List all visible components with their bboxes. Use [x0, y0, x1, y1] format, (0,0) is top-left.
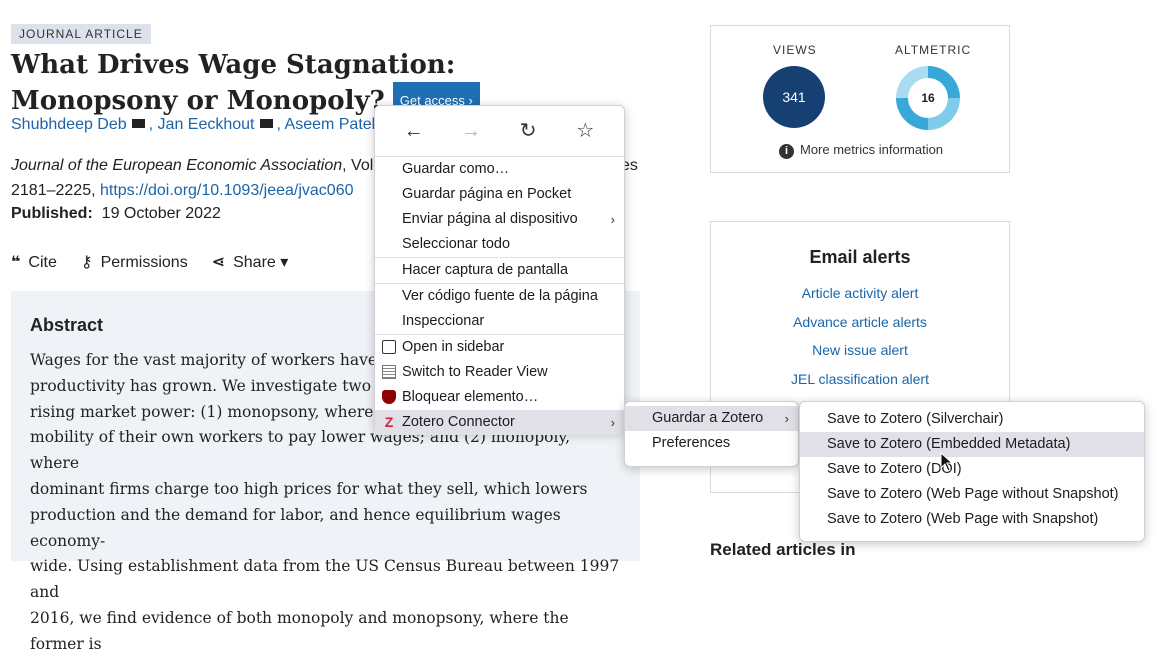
quote-icon: ❝ [11, 254, 21, 271]
menu-guardar-a-zotero[interactable]: Guardar a Zotero › [625, 406, 798, 431]
menu-view-source[interactable]: Ver código fuente de la página [375, 284, 624, 309]
zotero-submenu: Guardar a Zotero › Preferences [624, 401, 799, 467]
chevron-right-icon: › [610, 212, 615, 227]
menu-open-in-sidebar[interactable]: Open in sidebar [375, 335, 624, 360]
article-type-badge: JOURNAL ARTICLE [11, 24, 151, 44]
menu-screenshot[interactable]: Hacer captura de pantalla [375, 258, 624, 283]
alert-link[interactable]: Advance article alerts [711, 314, 1009, 330]
author-link[interactable]: Jan Eeckhout [158, 116, 255, 133]
related-articles-heading: Related articles in [710, 540, 856, 559]
sidebar-icon [382, 340, 396, 354]
ublock-shield-icon [382, 390, 396, 404]
author-list: Shubhdeep Deb, Jan Eeckhout, Aseem Patel [11, 116, 376, 133]
menu-save-web-page-snapshot[interactable]: Save to Zotero (Web Page with Snapshot) [800, 507, 1144, 532]
key-icon: ⚷ [80, 254, 93, 271]
save-to-zotero-submenu: Save to Zotero (Silverchair) Save to Zot… [799, 401, 1145, 542]
menu-save-silverchair[interactable]: Save to Zotero (Silverchair) [800, 407, 1144, 432]
altmetric-score: 16 [908, 78, 948, 118]
context-menu: ← → ↻ ☆ Guardar como… Guardar página en … [374, 105, 625, 435]
doi-link[interactable]: https://doi.org/10.1093/jeea/jvac060 [100, 182, 354, 199]
chevron-right-icon: › [610, 415, 615, 430]
bookmark-star-icon[interactable]: ☆ [573, 119, 597, 143]
views-label: VIEWS [773, 43, 817, 57]
permissions-button[interactable]: ⚷ Permissions [81, 252, 188, 272]
alert-link[interactable]: JEL classification alert [711, 371, 1009, 387]
reload-icon[interactable]: ↻ [516, 119, 540, 143]
mouse-cursor-icon [940, 452, 954, 472]
context-nav-row: ← → ↻ ☆ [375, 106, 624, 156]
menu-zotero-connector[interactable]: Z Zotero Connector › [375, 410, 624, 435]
info-icon: i [779, 144, 794, 159]
metrics-panel: VIEWS 341 ALTMETRIC 16 i More metrics inf… [710, 25, 1010, 173]
chevron-right-icon: › [784, 411, 789, 426]
author-link[interactable]: Aseem Patel [285, 116, 376, 133]
menu-save-web-page-no-snapshot[interactable]: Save to Zotero (Web Page without Snapsho… [800, 482, 1144, 507]
back-arrow-icon[interactable]: ← [402, 119, 426, 143]
article-tools: ❝ Cite ⚷ Permissions ⋖ Share ▾ [11, 252, 288, 272]
email-alerts-heading: Email alerts [809, 247, 911, 267]
forward-arrow-icon[interactable]: → [459, 119, 483, 143]
zotero-icon: Z [384, 414, 394, 430]
menu-inspect[interactable]: Inspeccionar [375, 309, 624, 334]
published-date: Published: 19 October 2022 [11, 205, 221, 222]
views-count: 341 [763, 66, 825, 128]
reader-view-icon [382, 365, 396, 379]
share-icon: ⋖ [211, 254, 226, 271]
menu-save-to-pocket[interactable]: Guardar página en Pocket [375, 182, 624, 207]
share-button[interactable]: ⋖ Share ▾ [212, 252, 289, 272]
journal-name: Journal of the European Economic Associa… [11, 157, 343, 174]
menu-save-doi[interactable]: Save to Zotero (DOI) [800, 457, 1144, 482]
author-link[interactable]: Shubhdeep Deb [11, 116, 127, 133]
email-icon[interactable] [259, 119, 273, 128]
menu-save-embedded-metadata[interactable]: Save to Zotero (Embedded Metadata) [800, 432, 1144, 457]
more-metrics-link[interactable]: i More metrics information [779, 142, 943, 159]
menu-block-element[interactable]: Bloquear elemento… [375, 385, 624, 410]
menu-save-as[interactable]: Guardar como… [375, 157, 624, 182]
altmetric-label: ALTMETRIC [895, 43, 972, 57]
altmetric-badge[interactable]: 16 [896, 66, 960, 130]
email-icon[interactable] [131, 119, 145, 128]
menu-reader-view[interactable]: Switch to Reader View [375, 360, 624, 385]
menu-select-all[interactable]: Seleccionar todo [375, 232, 624, 257]
alert-link[interactable]: Article activity alert [711, 285, 1009, 301]
cite-button[interactable]: ❝ Cite [11, 252, 57, 272]
menu-zotero-preferences[interactable]: Preferences [625, 431, 798, 456]
alert-link[interactable]: New issue alert [711, 342, 1009, 358]
abstract-heading: Abstract [30, 315, 104, 335]
menu-send-to-device[interactable]: Enviar página al dispositivo › [375, 207, 624, 232]
